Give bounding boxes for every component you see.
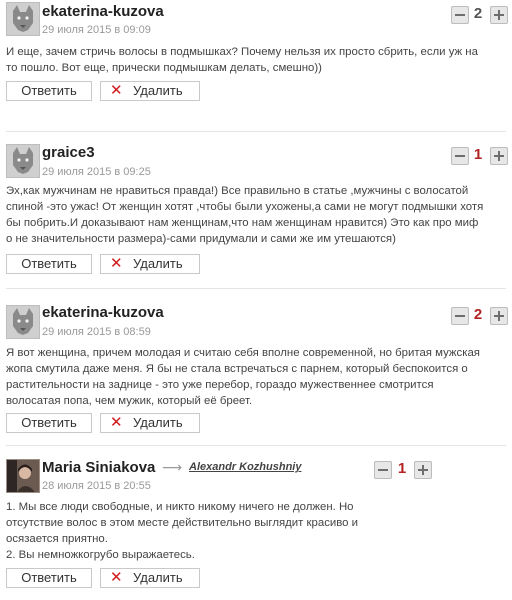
comment-divider xyxy=(6,445,506,446)
comment-score: 1 xyxy=(473,146,483,163)
delete-button-label: Удалить xyxy=(133,570,183,585)
comment-author[interactable]: Maria Siniakova xyxy=(42,459,155,476)
close-icon: ✕ xyxy=(110,255,123,272)
comment-date: 29 июля 2015 в 08:59 xyxy=(42,326,151,338)
delete-button[interactable]: ✕ Удалить xyxy=(100,254,200,274)
vote-up-button[interactable] xyxy=(490,6,508,24)
minus-icon xyxy=(455,14,465,16)
comment-divider xyxy=(6,288,506,289)
reply-to-link[interactable]: Alexandr Kozhushniy xyxy=(189,461,301,473)
comment-score: 1 xyxy=(397,460,407,477)
reply-button[interactable]: Ответить xyxy=(6,568,92,588)
vote-down-button[interactable] xyxy=(451,307,469,325)
comment-author[interactable]: ekaterina-kuzova xyxy=(42,304,164,321)
wolf-avatar-icon[interactable] xyxy=(6,144,40,178)
vote-down-button[interactable] xyxy=(451,147,469,165)
vote-up-button[interactable] xyxy=(490,147,508,165)
delete-button-label: Удалить xyxy=(133,83,183,98)
comment-text: И еще, зачем стричь волосы в подмышках? … xyxy=(6,46,478,74)
comment-divider xyxy=(6,131,506,132)
close-icon: ✕ xyxy=(110,414,123,431)
user-photo-avatar[interactable] xyxy=(6,459,40,493)
minus-icon xyxy=(455,315,465,317)
reply-button[interactable]: Ответить xyxy=(6,254,92,274)
wolf-avatar-icon[interactable] xyxy=(6,305,40,339)
comment-date: 29 июля 2015 в 09:09 xyxy=(42,24,151,36)
comment-date: 29 июля 2015 в 09:25 xyxy=(42,166,151,178)
vote-down-button[interactable] xyxy=(374,461,392,479)
delete-button[interactable]: ✕ Удалить xyxy=(100,81,200,101)
minus-icon xyxy=(378,469,388,471)
vote-up-button[interactable] xyxy=(414,461,432,479)
comment-author[interactable]: ekaterina-kuzova xyxy=(42,3,164,20)
vote-up-button[interactable] xyxy=(490,307,508,325)
comment-author[interactable]: graice3 xyxy=(42,144,95,161)
delete-button[interactable]: ✕ Удалить xyxy=(100,413,200,433)
comment-text: Я вот женщина, причем молодая и считаю с… xyxy=(6,347,480,407)
delete-button-label: Удалить xyxy=(133,256,183,271)
minus-icon xyxy=(455,155,465,157)
vote-down-button[interactable] xyxy=(451,6,469,24)
reply-button[interactable]: Ответить xyxy=(6,413,92,433)
comment-date: 28 июля 2015 в 20:55 xyxy=(42,480,151,492)
comment-score: 2 xyxy=(473,306,483,323)
close-icon: ✕ xyxy=(110,569,123,586)
reply-button[interactable]: Ответить xyxy=(6,81,92,101)
close-icon: ✕ xyxy=(110,82,123,99)
delete-button-label: Удалить xyxy=(133,415,183,430)
arrow-right-icon: ⟶ xyxy=(162,459,183,475)
comment-score: 2 xyxy=(473,5,483,22)
comment-text: Эх,как мужчинам не нравиться правда!) Вс… xyxy=(6,185,484,245)
delete-button[interactable]: ✕ Удалить xyxy=(100,568,200,588)
wolf-avatar-icon[interactable] xyxy=(6,2,40,36)
comment-text: 1. Мы все люди свободные, и никто никому… xyxy=(6,501,359,561)
